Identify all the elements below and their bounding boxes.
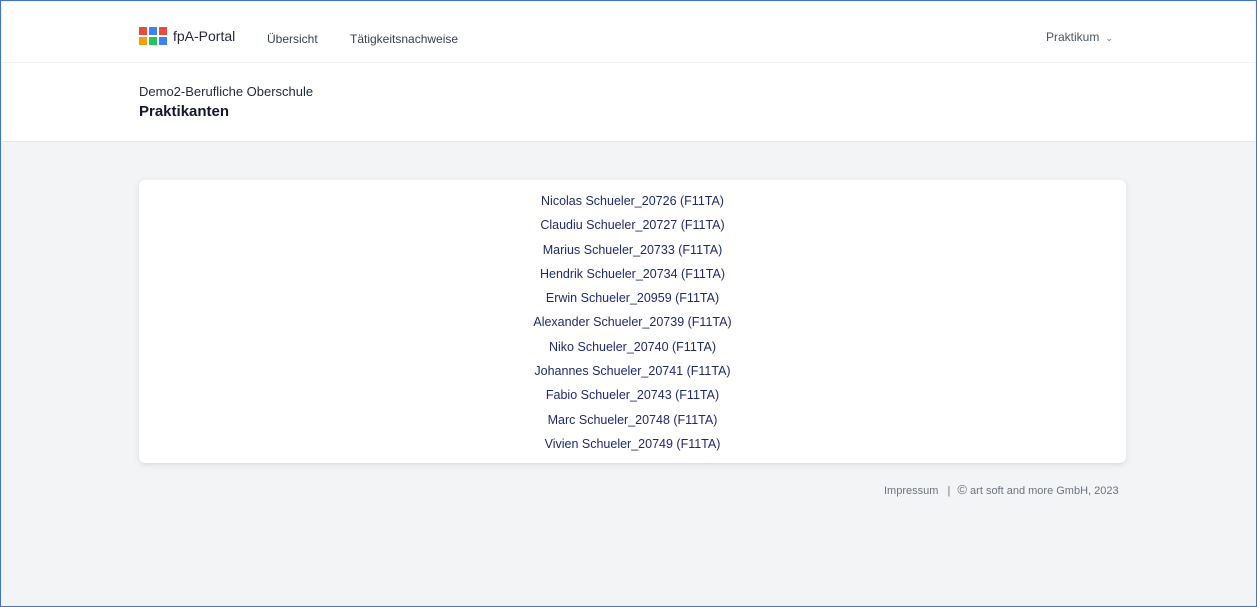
student-link[interactable]: Niko Schueler_20740 (F11TA)	[139, 335, 1126, 359]
logo-grid-icon	[139, 27, 167, 45]
footer: Impressum | © art soft and more GmbH, 20…	[884, 482, 1119, 497]
page-title: Praktikanten	[139, 103, 230, 120]
logo-square	[159, 27, 167, 35]
logo-square	[139, 27, 147, 35]
logo-square	[139, 37, 147, 45]
brand-name: fpA-Portal	[173, 28, 236, 44]
page-header: Demo2-Berufliche Oberschule Praktikanten	[2, 63, 1255, 142]
logo-square	[149, 27, 157, 35]
browser-frame: fpA-Portal Übersicht Tätigkeitsnachweise…	[0, 0, 1257, 607]
student-link[interactable]: Marc Schueler_20748 (F11TA)	[139, 408, 1126, 432]
student-link[interactable]: Erwin Schueler_20959 (F11TA)	[139, 286, 1126, 310]
student-link[interactable]: Hendrik Schueler_20734 (F11TA)	[139, 262, 1126, 286]
copyright-text: art soft and more GmbH, 2023	[970, 485, 1119, 497]
student-link[interactable]: Marius Schueler_20733 (F11TA)	[139, 238, 1126, 262]
footer-separator: |	[947, 485, 951, 497]
student-link[interactable]: Claudiu Schueler_20727 (F11TA)	[139, 213, 1126, 237]
logo-square	[159, 37, 167, 45]
top-navbar: fpA-Portal Übersicht Tätigkeitsnachweise…	[2, 2, 1255, 63]
praktikum-dropdown[interactable]: Praktikum ⌄	[1046, 30, 1113, 44]
praktikum-dropdown-label: Praktikum	[1046, 30, 1100, 44]
student-link[interactable]: Vivien Schueler_20749 (F11TA)	[139, 432, 1126, 456]
copyright-icon: ©	[957, 482, 967, 497]
nav-link-taetigkeitsnachweise[interactable]: Tätigkeitsnachweise	[350, 32, 458, 46]
school-name: Demo2-Berufliche Oberschule	[139, 84, 314, 99]
students-card: Nicolas Schueler_20726 (F11TA) Claudiu S…	[139, 180, 1126, 463]
student-link[interactable]: Alexander Schueler_20739 (F11TA)	[139, 310, 1126, 334]
brand-logo[interactable]: fpA-Portal	[139, 27, 235, 45]
chevron-down-icon: ⌄	[1105, 33, 1113, 43]
nav-link-uebersicht[interactable]: Übersicht	[267, 32, 318, 46]
student-link[interactable]: Fabio Schueler_20743 (F11TA)	[139, 383, 1126, 407]
logo-square	[149, 37, 157, 45]
student-link[interactable]: Johannes Schueler_20741 (F11TA)	[139, 359, 1126, 383]
student-link[interactable]: Nicolas Schueler_20726 (F11TA)	[139, 189, 1126, 213]
impressum-link[interactable]: Impressum	[884, 485, 938, 497]
student-list: Nicolas Schueler_20726 (F11TA) Claudiu S…	[139, 180, 1126, 456]
